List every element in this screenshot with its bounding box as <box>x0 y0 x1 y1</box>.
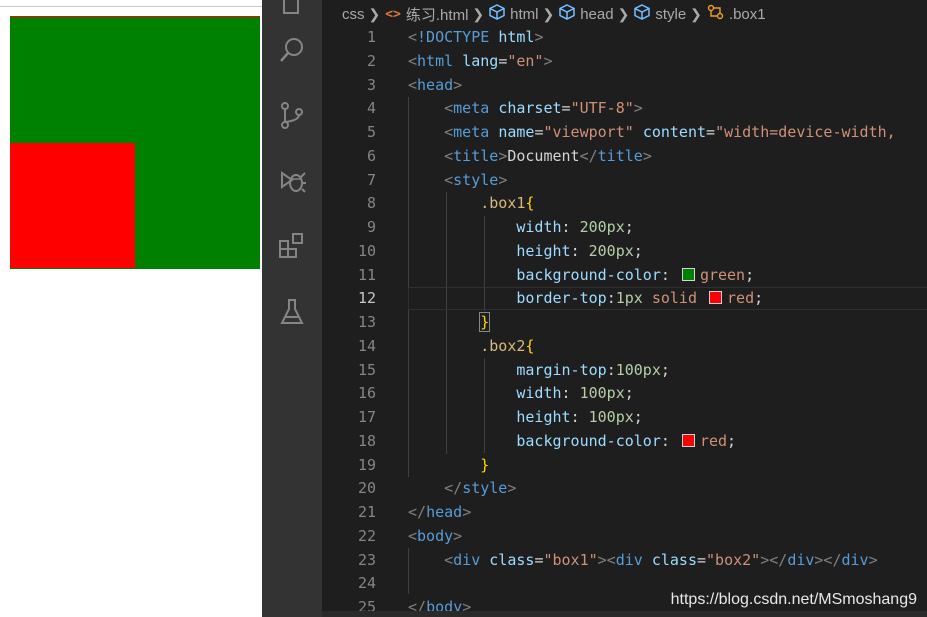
code-line: 7 <style> <box>366 170 508 189</box>
code-line: 10 height: 200px; <box>357 241 643 260</box>
code-line: 11 background-color: green; <box>357 265 755 284</box>
code-line: 15 margin-top:100px; <box>357 360 670 379</box>
html-file-icon: <> <box>385 6 401 22</box>
breadcrumb: css ❯ <> 练习.html ❯ html ❯ head ❯ style ❯ .box1 <box>322 0 927 28</box>
preview-divider <box>0 6 262 7</box>
watermark: https://blog.csdn.net/MSmoshang9 <box>670 591 917 608</box>
browser-preview <box>0 0 262 617</box>
color-swatch[interactable] <box>681 267 695 281</box>
horizontal-scrollbar[interactable] <box>322 611 927 617</box>
breadcrumb-item[interactable]: .box1 <box>707 4 766 24</box>
code-line: 5 <meta name="viewport" content="width=d… <box>366 123 896 141</box>
debug-icon[interactable] <box>274 163 310 199</box>
code-line: 23 <div class="box1"><div class="box2"><… <box>357 550 878 569</box>
code-line: 4 <meta charset="UTF-8"> <box>366 99 643 118</box>
breadcrumb-item[interactable]: html ❯ <box>489 4 559 24</box>
breadcrumb-item[interactable]: style ❯ <box>634 4 707 24</box>
breadcrumb-item[interactable]: css ❯ <box>342 6 385 23</box>
extensions-icon[interactable] <box>274 228 310 264</box>
element-cube-icon <box>559 4 575 24</box>
code-line: 21 </head> <box>357 503 472 521</box>
element-cube-icon <box>489 4 505 24</box>
color-swatch[interactable] <box>681 433 695 447</box>
code-line: 17 height: 100px; <box>357 408 643 426</box>
color-swatch[interactable] <box>709 291 723 305</box>
code-editor[interactable]: css ❯ <> 练习.html ❯ html ❯ head ❯ style ❯ .box1… <box>322 0 927 617</box>
element-cube-icon <box>634 4 651 24</box>
code-line: 9 width: 200px; <box>366 218 634 236</box>
chevron-right-icon: ❯ <box>472 5 485 22</box>
code-line: 16 width: 100px; <box>357 384 634 403</box>
code-line: 1 <!DOCTYPE html> <box>366 28 544 46</box>
code-line: 6 <title>Document</title> <box>366 146 652 165</box>
breadcrumb-item[interactable]: head ❯ <box>559 4 634 24</box>
code-line: 22 <body> <box>357 526 463 545</box>
code-line-current: 12 border-top:1px solid red; <box>322 287 927 311</box>
testing-flask-icon[interactable] <box>274 294 310 330</box>
activity-bar <box>262 0 322 617</box>
search-icon[interactable] <box>274 32 310 68</box>
breadcrumb-item[interactable]: <> 练习.html ❯ <box>385 4 489 25</box>
box2-red <box>10 143 135 268</box>
explorer-icon[interactable] <box>274 0 310 22</box>
css-selector-icon <box>707 4 724 24</box>
code-line: 8 .box1{ <box>366 194 535 213</box>
code-lines: 1 <!DOCTYPE html> 2 <html lang="en"> 3 <hea… <box>322 26 927 617</box>
chevron-right-icon: ❯ <box>617 5 630 22</box>
code-line: 13 } <box>357 312 491 332</box>
chevron-right-icon: ❯ <box>368 5 381 22</box>
code-line: 20 </style> <box>357 479 517 498</box>
source-control-icon[interactable] <box>274 97 310 133</box>
chevron-right-icon: ❯ <box>542 5 555 22</box>
code-line: 3 <head> <box>366 75 463 94</box>
code-line: 2 <html lang="en"> <box>366 51 553 70</box>
code-line: 18 background-color: red; <box>357 431 737 450</box>
chevron-right-icon: ❯ <box>690 5 702 22</box>
code-line: 14 .box2{ <box>357 336 535 355</box>
box1-green <box>10 16 260 269</box>
code-line: 19 } <box>357 455 490 474</box>
